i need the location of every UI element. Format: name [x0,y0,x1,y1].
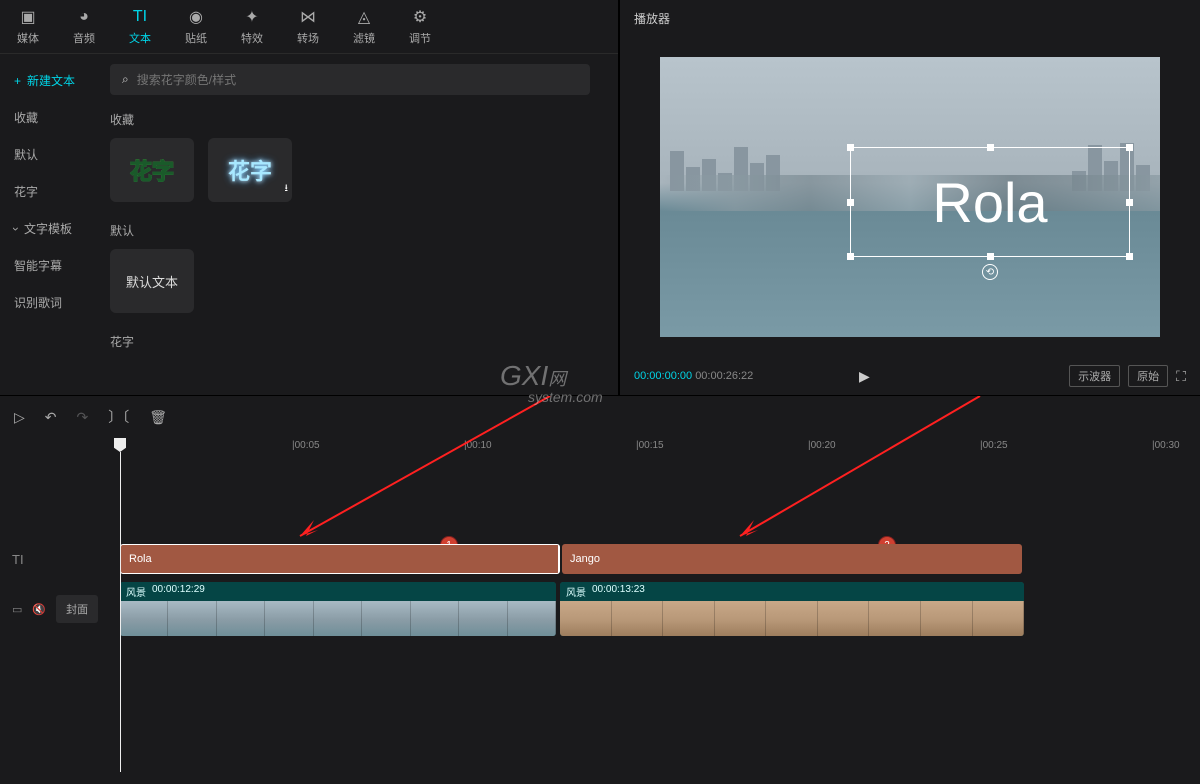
video-track-icon: ▭ [12,603,22,616]
resize-handle[interactable] [847,199,854,206]
resize-handle[interactable] [987,144,994,151]
style-thumb-2[interactable]: 花字⭳ [208,138,292,202]
section-favorites: 收藏 [110,111,604,128]
sidebar-item-新建文本[interactable]: 新建文本 [0,62,96,99]
tab-icon: ✦ [243,8,261,26]
play-button[interactable]: ▶ [859,368,870,385]
split-icon[interactable]: 〕〔 [108,407,129,427]
sidebar-item-花字[interactable]: 花字 [0,173,96,210]
tracks-area: 1 2 TI Rola Jango ▭ 🔇 封面 风景00:00:12:29 风… [0,456,1200,638]
preview-text: Rola [851,148,1129,258]
resize-handle[interactable] [1126,253,1133,260]
tab-icon: ◉ [187,8,205,26]
resize-handle[interactable] [1126,144,1133,151]
ruler-mark: |00:30 [1152,440,1180,451]
original-button[interactable]: 原始 [1128,365,1168,387]
top-tabs: ▣媒体◕音频TI文本◉贴纸✦特效⋈转场◬滤镜⚙调节 [0,0,618,54]
ruler-mark: |00:20 [808,440,836,451]
section-huazi: 花字 [110,333,604,350]
text-selection-box[interactable]: Rola ⟲ [850,147,1130,257]
tab-icon: ▣ [19,8,37,26]
video-clip-2[interactable]: 风景00:00:13:23 [560,582,1024,636]
mute-icon[interactable]: 🔇 [32,603,46,616]
time-ruler[interactable]: |00:05 |00:10 |00:15 |00:20 |00:25 |00:30 [0,438,1200,456]
resize-handle[interactable] [847,144,854,151]
top-tab-音频[interactable]: ◕音频 [56,0,112,53]
oscilloscope-button[interactable]: 示波器 [1069,365,1120,387]
section-default: 默认 [110,222,604,239]
content-area: ⌕ 收藏 花字 花字⭳ 默认 默认文本 花字 [96,54,618,395]
text-track: TI Rola Jango [120,542,1200,576]
video-track: ▭ 🔇 封面 风景00:00:12:29 风景00:00:13:23 [120,580,1200,638]
text-sidebar: 新建文本收藏默认花字文字模板智能字幕识别歌词 [0,54,96,395]
search-box[interactable]: ⌕ [110,64,590,95]
video-clip-1[interactable]: 风景00:00:12:29 [120,582,556,636]
resize-handle[interactable] [1126,199,1133,206]
pointer-tool[interactable]: ▷ [14,409,25,426]
sidebar-item-智能字幕[interactable]: 智能字幕 [0,247,96,284]
player-area: Rola ⟲ [620,37,1200,357]
timecode: 00:00:00:00 00:00:26:22 [634,370,753,382]
ruler-mark: |00:10 [464,440,492,451]
rotate-handle[interactable]: ⟲ [982,264,998,280]
sidebar-item-识别歌词[interactable]: 识别歌词 [0,284,96,321]
search-input[interactable] [137,73,578,87]
text-track-icon: TI [12,552,24,567]
delete-icon[interactable]: 🗑 [149,409,167,426]
top-tab-调节[interactable]: ⚙调节 [392,0,448,53]
undo-icon[interactable]: ↶ [45,409,57,426]
default-text-thumb[interactable]: 默认文本 [110,249,194,313]
top-tab-贴纸[interactable]: ◉贴纸 [168,0,224,53]
cover-button[interactable]: 封面 [56,595,98,623]
sidebar-item-文字模板[interactable]: 文字模板 [0,210,96,247]
tab-icon: ⚙ [411,8,429,26]
text-clip-2[interactable]: Jango [562,544,1022,574]
top-tab-媒体[interactable]: ▣媒体 [0,0,56,53]
ruler-mark: |00:05 [292,440,320,451]
text-clip-1[interactable]: Rola [120,544,560,574]
player-title: 播放器 [620,0,1200,37]
resize-handle[interactable] [987,253,994,260]
style-thumb-1[interactable]: 花字 [110,138,194,202]
tab-icon: ◕ [75,8,93,26]
tab-icon: TI [131,8,149,26]
download-icon: ⭳ [285,181,289,198]
ruler-mark: |00:25 [980,440,1008,451]
tab-icon: ⋈ [299,8,317,26]
top-tab-转场[interactable]: ⋈转场 [280,0,336,53]
top-tab-文本[interactable]: TI文本 [112,0,168,53]
ruler-mark: |00:15 [636,440,664,451]
search-icon: ⌕ [122,72,129,87]
video-preview[interactable]: Rola ⟲ [660,57,1160,337]
sidebar-item-收藏[interactable]: 收藏 [0,99,96,136]
redo-icon[interactable]: ↷ [77,409,89,426]
top-tab-特效[interactable]: ✦特效 [224,0,280,53]
sidebar-item-默认[interactable]: 默认 [0,136,96,173]
resize-handle[interactable] [847,253,854,260]
tab-icon: ◬ [355,8,373,26]
fullscreen-icon[interactable]: ⛶ [1176,368,1186,385]
top-tab-滤镜[interactable]: ◬滤镜 [336,0,392,53]
